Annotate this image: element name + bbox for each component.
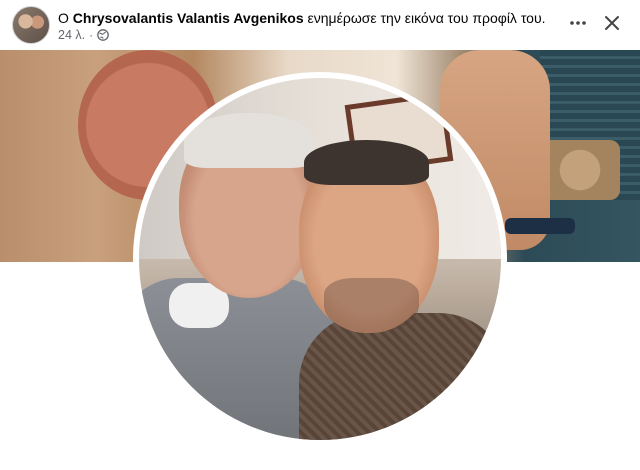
close-icon [604,15,620,36]
headline-prefix: Ο [58,10,69,26]
author-avatar[interactable] [12,6,50,44]
profile-photo[interactable] [139,78,501,440]
author-name-link[interactable]: Chrysovalantis Valantis Avgenikos [73,10,304,26]
post-timestamp[interactable]: 24 λ. [58,27,85,43]
more-options-button[interactable] [563,10,593,40]
young-man-hair [304,140,429,185]
post-headline: Ο Chrysovalantis Valantis Avgenikos ενημ… [58,9,558,27]
more-horizontal-icon [569,14,587,37]
young-man-sweater [299,313,501,440]
post-meta: 24 λ. · [58,27,109,43]
headline-action: ενημέρωσε την εικόνα του προφίλ του. [307,10,546,26]
cover-wristband [505,218,575,234]
elder-man-hair [184,113,314,168]
post-header: Ο Chrysovalantis Valantis Avgenikos ενημ… [0,0,640,50]
cover-chair [540,140,620,200]
globe-icon[interactable] [97,29,109,41]
close-button[interactable] [597,10,627,40]
meta-separator: · [89,28,94,42]
young-man-beard [324,278,419,333]
